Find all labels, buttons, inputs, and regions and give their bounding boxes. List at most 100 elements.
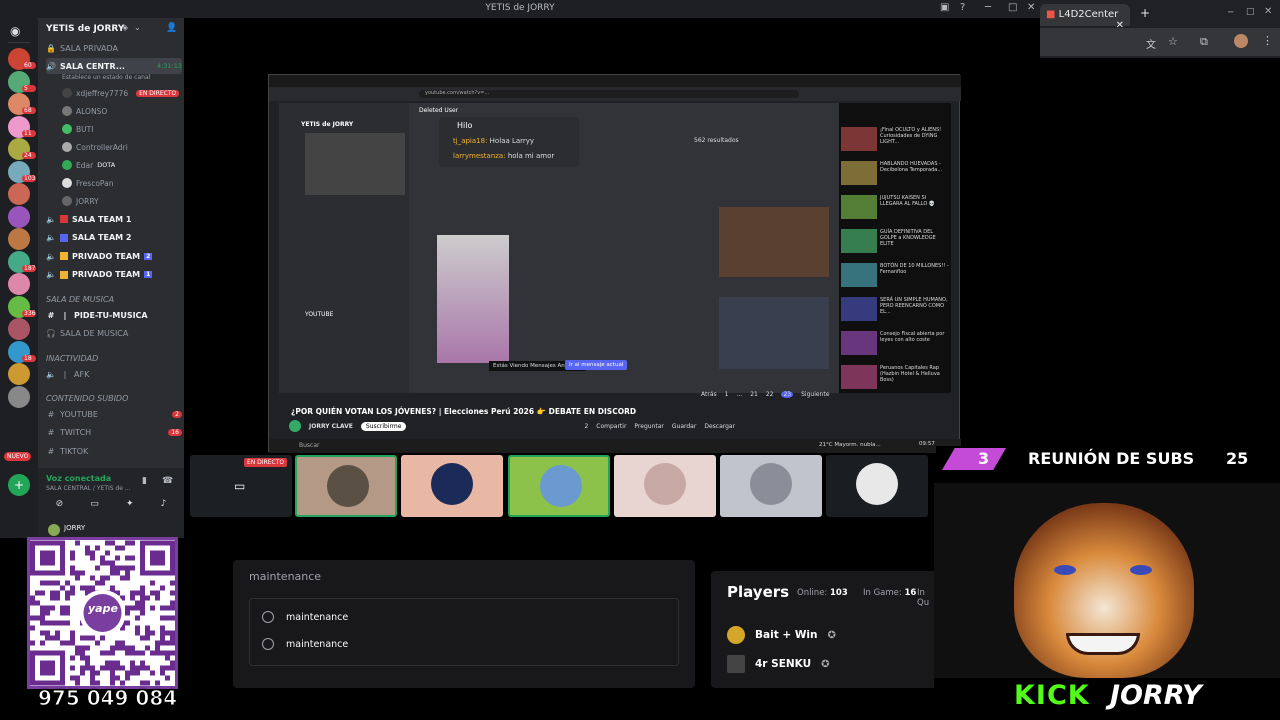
activities-icon[interactable]: ✦	[126, 499, 134, 515]
screen-icon: ▭	[234, 479, 246, 493]
participant-tile[interactable]	[720, 455, 822, 517]
server-mention-badge: 5	[22, 84, 36, 92]
chevron-down-icon[interactable]: ⌄	[134, 23, 141, 32]
close-icon[interactable]: ✕	[1027, 2, 1035, 13]
screen-share-icon[interactable]: ▭	[90, 499, 99, 515]
minimize-icon[interactable]: ─	[985, 2, 991, 13]
server-icon[interactable]	[8, 273, 30, 295]
voice-user-name: xdjeffrey7776	[76, 88, 129, 98]
player-row[interactable]: Bait + Win ✪	[727, 626, 836, 644]
category-contenido-subido[interactable]: CONTENIDO SUBIDO	[46, 394, 128, 403]
shared-deleted-user: Deleted User	[419, 107, 459, 114]
add-member-icon[interactable]: 👤	[166, 23, 177, 33]
avatar	[62, 142, 72, 152]
lock-icon: 🔒	[46, 43, 56, 53]
participant-tile[interactable]	[614, 455, 716, 517]
extensions-icon[interactable]: ⧉	[1200, 35, 1208, 49]
voice-user[interactable]: xdjeffrey7776 EN DIRECTO	[62, 86, 180, 100]
translate-icon[interactable]: 文	[1146, 36, 1156, 51]
divider	[8, 42, 30, 43]
channel-sala-privada[interactable]: 🔒 SALA PRIVADA	[46, 40, 182, 56]
voice-user[interactable]: BUTI	[62, 122, 93, 136]
profile-avatar[interactable]	[1234, 34, 1248, 48]
member-count: 2	[144, 252, 153, 260]
server-mention-badge: 60	[22, 62, 36, 69]
bookmark-star-icon[interactable]: ☆	[1168, 35, 1178, 48]
disconnect-icon[interactable]: ☎	[162, 476, 173, 486]
maintenance-option[interactable]: maintenance	[262, 638, 348, 650]
avatar[interactable]	[48, 524, 60, 536]
participant-tile-stream[interactable]: EN DIRECTO ▭	[190, 455, 292, 517]
jump-present-button: Ir al mensaje actual	[565, 360, 628, 370]
live-badge: EN DIRECTO	[136, 89, 180, 97]
team-color-icon	[60, 215, 68, 223]
window-close-icon[interactable]: ✕	[1264, 6, 1272, 17]
maximize-icon[interactable]: □	[1008, 2, 1017, 13]
yape-qr-code: yape	[27, 537, 178, 689]
yt-rec-title: HABLANDO HUEVADAS - Decibelona Temporada…	[880, 161, 943, 173]
add-server-icon[interactable]: +	[8, 474, 30, 496]
team-channel[interactable]: 🔈 SALA TEAM 1	[46, 211, 182, 227]
soundboard-icon[interactable]: ♪	[161, 499, 167, 515]
yt-recommendation: SERÁ UN SIMPLE HUMANO, PERO REENCARNÓ CO…	[841, 297, 949, 327]
channel-label: SALA PRIVADA	[60, 43, 119, 53]
participant-tile[interactable]	[401, 455, 503, 517]
content-channel[interactable]: # TWITCH 16	[46, 425, 182, 441]
thread-text: Holaa Larryy	[489, 137, 535, 145]
server-icon[interactable]	[8, 385, 30, 408]
team-channel[interactable]: 🔈 PRIVADO TEAM 2	[46, 248, 182, 264]
minimize-to-tray-icon[interactable]: ▣	[940, 2, 949, 13]
content-channel[interactable]: # YOUTUBE 2	[46, 406, 182, 422]
taskbar-clock: 09:57	[919, 441, 935, 447]
participant-tile[interactable]	[508, 455, 610, 517]
server-icon[interactable]	[8, 183, 30, 205]
team-channel[interactable]: 🔈 SALA TEAM 2	[46, 230, 182, 246]
channel-status[interactable]: Establece un estado de canal	[62, 74, 150, 81]
voice-user[interactable]: FrescoPan	[62, 176, 113, 190]
server-mention-badge: 68	[22, 107, 36, 114]
channel-sala-de-musica[interactable]: 🎧 SALA DE MUSICA	[46, 325, 182, 341]
category-sala-musica[interactable]: SALA DE MUSICA	[46, 295, 114, 304]
maintenance-panel: maintenance maintenance maintenance	[233, 560, 695, 688]
yt-recommendation: HABLANDO HUEVADAS - Decibelona Temporada…	[841, 161, 949, 191]
voice-user[interactable]: ALONSO	[62, 104, 107, 118]
subs-goal: 25	[1226, 449, 1249, 468]
voice-user[interactable]: Edar DOTA	[62, 158, 115, 172]
camera-off-icon[interactable]: ⊘	[56, 499, 64, 515]
server-icon[interactable]	[8, 318, 30, 340]
help-icon[interactable]: ?	[960, 2, 965, 13]
signal-icon[interactable]: ▮	[142, 476, 147, 486]
team-channel[interactable]: 🔈 PRIVADO TEAM 1	[46, 267, 182, 283]
server-icon[interactable]	[8, 205, 30, 228]
thread-user: larrymestanza:	[453, 152, 506, 160]
browser-menu-icon[interactable]: ⋮	[1262, 34, 1273, 47]
category-inactividad[interactable]: INACTIVIDAD	[46, 354, 98, 363]
content-channel[interactable]: # TIKTOK	[46, 443, 182, 459]
browser-window: ■ L4D2Center ✕ + ─ □ ✕ 文 ☆ ⧉ ⋮	[1040, 0, 1280, 58]
voice-user[interactable]: ControllerAdri	[62, 140, 128, 154]
window-maximize-icon[interactable]: □	[1246, 7, 1255, 17]
server-icon[interactable]	[8, 363, 30, 385]
server-icon[interactable]	[8, 228, 30, 250]
participant-tile[interactable]	[826, 455, 928, 517]
window-minimize-icon[interactable]: ─	[1228, 8, 1233, 18]
server-name[interactable]: YETIS de JORRY	[46, 24, 124, 34]
channel-sala-central[interactable]: 🔊 SALA CENTR... 4:31:13	[46, 58, 182, 74]
players-panel: Players Online: 103 In Game: 16 In Qu Ba…	[711, 571, 934, 688]
avatar	[856, 463, 898, 505]
participant-tile[interactable]	[295, 455, 397, 517]
kick-username: JORRY	[1110, 680, 1202, 711]
discord-home-icon[interactable]: ◉	[10, 24, 20, 38]
channel-afk[interactable]: 🔈 | AFK	[46, 366, 182, 382]
new-tab-button[interactable]: +	[1140, 6, 1150, 20]
browser-tab[interactable]: ■ L4D2Center ✕	[1040, 4, 1130, 31]
voice-user[interactable]: JORRY	[62, 194, 99, 208]
radio-icon[interactable]	[262, 611, 274, 623]
result-webcam-2	[719, 297, 829, 369]
channel-pide-tu-musica[interactable]: # | PIDE-TU-MUSICA	[46, 307, 182, 323]
player-row[interactable]: 4r SENKU ✪	[727, 655, 830, 673]
maintenance-option[interactable]: maintenance	[262, 611, 348, 623]
voice-path[interactable]: SALA CENTRAL / YETIS de ...	[46, 485, 131, 492]
radio-icon[interactable]	[262, 638, 274, 650]
bottom-username[interactable]: JORRY	[64, 524, 85, 532]
